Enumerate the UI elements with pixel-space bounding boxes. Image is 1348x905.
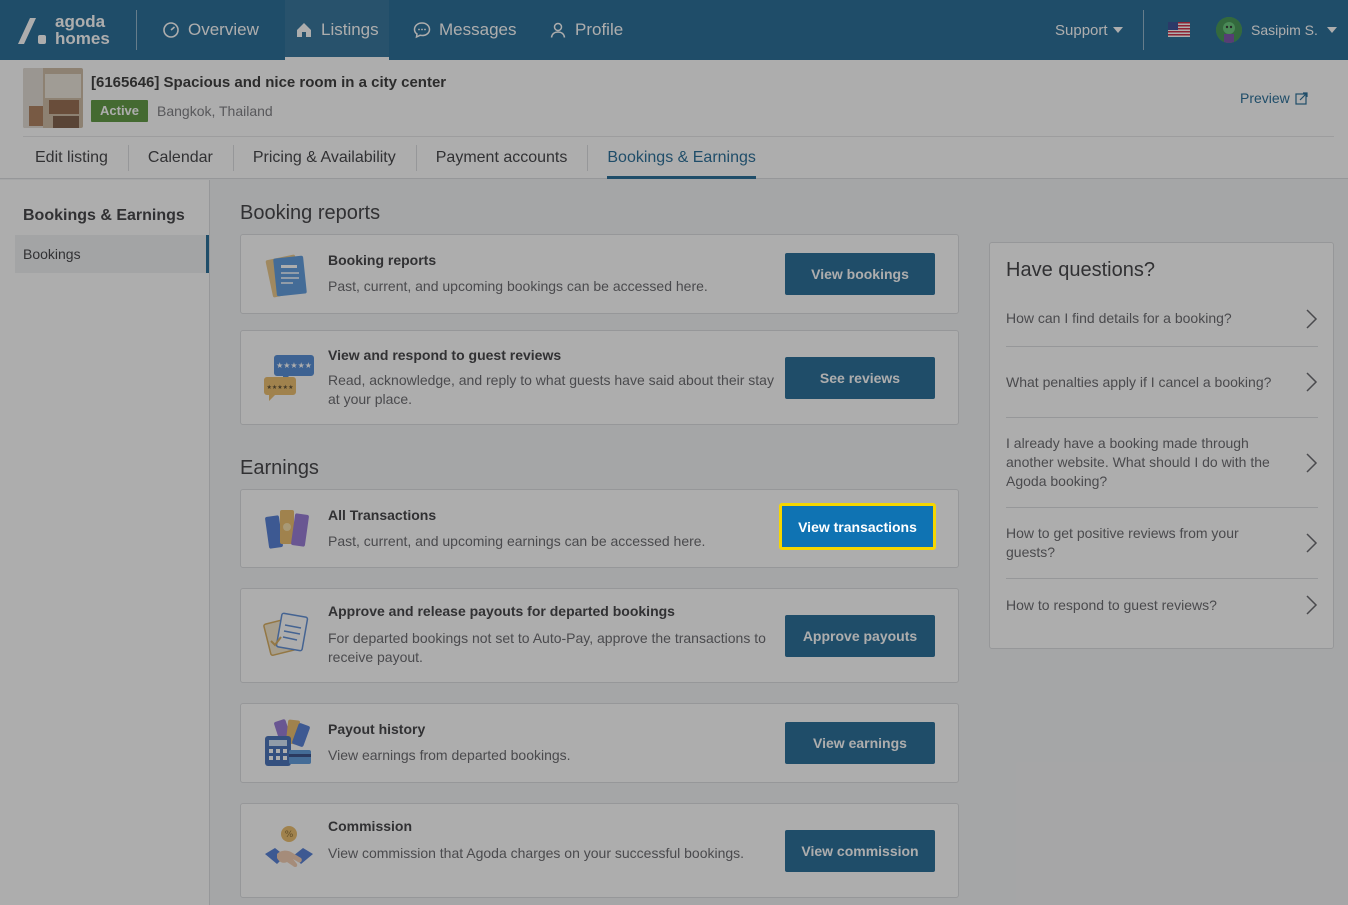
support-label: Support [1055,21,1108,39]
faq-item[interactable]: How to respond to guest reviews? [1006,579,1318,631]
listing-title: [6165646] Spacious and nice room in a ci… [91,74,447,91]
nav-listings[interactable]: Listings [285,0,389,60]
room-photo-image [23,68,83,128]
sidebar: Bookings & Earnings Bookings [0,180,210,905]
view-transactions-button[interactable]: View transactions [779,503,936,550]
listing-thumbnail[interactable] [23,68,83,128]
home-icon [297,23,311,37]
card-description: For departed bookings not set to Auto-Pa… [328,630,766,665]
card-commission: % Commission View commission that Agoda … [240,803,959,898]
calculator-icon [265,719,311,766]
card-description: Read, acknowledge, and reply to what gue… [328,372,774,407]
nav-profile-label: Profile [575,20,624,39]
section-title-earnings: Earnings [240,457,319,479]
tab-pricing-availability[interactable]: Pricing & Availability [232,137,416,179]
tab-bookings-earnings[interactable]: Bookings & Earnings [587,137,776,179]
faq-item[interactable]: What penalties apply if I cancel a booki… [1006,347,1318,418]
avatar-character-icon [1216,17,1242,43]
nav-messages-label: Messages [439,20,517,39]
card-guest-reviews: ★★★★★ ★★★★★ View and respond to guest re… [240,330,959,425]
chevron-right-icon [1306,372,1318,392]
tab-edit-listing[interactable]: Edit listing [15,137,128,179]
card-title: Approve and release payouts for departed… [328,603,675,619]
faq-item-text: How can I find details for a booking? [1006,310,1232,326]
card-description: View commission that Agoda charges on yo… [328,845,745,861]
nav-divider [1143,10,1144,50]
listing-tabs: Edit listing Calendar Pricing & Availabi… [15,137,776,179]
document-icon [265,254,307,298]
handshake-icon: % [265,826,313,868]
chat-icon [413,22,431,39]
avatar [1216,17,1242,43]
section-title-booking-reports: Booking reports [240,202,381,224]
help-questions-panel: Have questions? How can I find details f… [989,242,1334,649]
nav-listings-label: Listings [321,20,379,39]
view-bookings-button[interactable]: View bookings [785,253,935,295]
svg-text:★★★★★: ★★★★★ [276,361,312,370]
svg-text:%: % [285,830,294,840]
logo-mark-icon [18,18,46,44]
listing-location: Bangkok, Thailand [157,103,273,119]
sidebar-item-label: Bookings [23,246,81,262]
tab-calendar[interactable]: Calendar [127,137,233,179]
agoda-homes-logo[interactable]: agoda homes [14,12,124,48]
nav-overview[interactable]: Overview [162,0,259,60]
card-title: View and respond to guest reviews [328,347,562,363]
card-title: Booking reports [328,252,437,268]
preview-label: Preview [1240,90,1290,106]
logo-text-agoda: agoda [55,12,106,31]
listing-header: [6165646] Spacious and nice room in a ci… [0,60,1348,179]
chevron-right-icon [1306,308,1318,329]
faq-item-text: How to get positive reviews from your gu… [1006,525,1239,560]
faq-item[interactable]: How can I find details for a booking? [1006,291,1318,347]
top-navigation: agoda homes Overview Listings Messages P… [0,0,1348,60]
faq-item[interactable]: I already have a booking made through an… [1006,418,1318,508]
preview-link[interactable]: Preview [1240,90,1308,106]
sidebar-title: Bookings & Earnings [23,207,185,224]
reviews-icon: ★★★★★ ★★★★★ [264,355,314,401]
user-name: Sasipim S. [1251,22,1318,38]
card-booking-reports: Booking reports Past, current, and upcom… [240,234,959,314]
view-earnings-button[interactable]: View earnings [785,722,935,764]
faq-item-text: I already have a booking made through an… [1006,435,1270,489]
caret-down-icon [1112,27,1123,33]
chevron-right-icon [1306,452,1318,473]
support-menu[interactable]: Support [1055,0,1123,60]
faq-item-text: What penalties apply if I cancel a booki… [1006,373,1272,390]
faq-item-text: How to respond to guest reviews? [1006,596,1217,613]
status-badge: Active [91,100,149,122]
external-link-icon [1295,91,1308,105]
user-menu[interactable]: Sasipim S. [1216,0,1337,60]
logo-text-homes: homes [55,29,110,48]
caret-down-icon [1326,27,1337,33]
logo-text: agoda homes [55,13,110,47]
see-reviews-button[interactable]: See reviews [785,357,935,399]
person-icon [550,22,566,38]
card-description: View earnings from departed bookings. [328,747,571,763]
highlight-layer: View transactions [240,489,959,568]
card-title: Payout history [328,721,426,737]
nav-divider [136,10,137,50]
sidebar-item-bookings[interactable]: Bookings [15,235,209,273]
us-flag-icon[interactable] [1168,22,1190,37]
chevron-right-icon [1306,533,1318,553]
card-description: Past, current, and upcoming bookings can… [328,278,708,294]
approve-payouts-button[interactable]: Approve payouts [785,615,935,657]
view-commission-button[interactable]: View commission [785,830,935,872]
card-approve-payouts: Approve and release payouts for departed… [240,588,959,683]
faq-item[interactable]: How to get positive reviews from your gu… [1006,508,1318,579]
nav-messages[interactable]: Messages [413,0,516,60]
clipboard-icon [263,612,309,656]
card-payout-history: Payout history View earnings from depart… [240,703,959,783]
tab-payment-accounts[interactable]: Payment accounts [415,137,588,179]
help-panel-title: Have questions? [1006,259,1155,281]
gauge-icon [163,22,179,38]
nav-profile[interactable]: Profile [549,0,623,60]
card-title: Commission [328,818,413,834]
svg-text:★★★★★: ★★★★★ [267,384,294,391]
nav-overview-label: Overview [188,20,259,39]
chevron-right-icon [1306,595,1318,615]
